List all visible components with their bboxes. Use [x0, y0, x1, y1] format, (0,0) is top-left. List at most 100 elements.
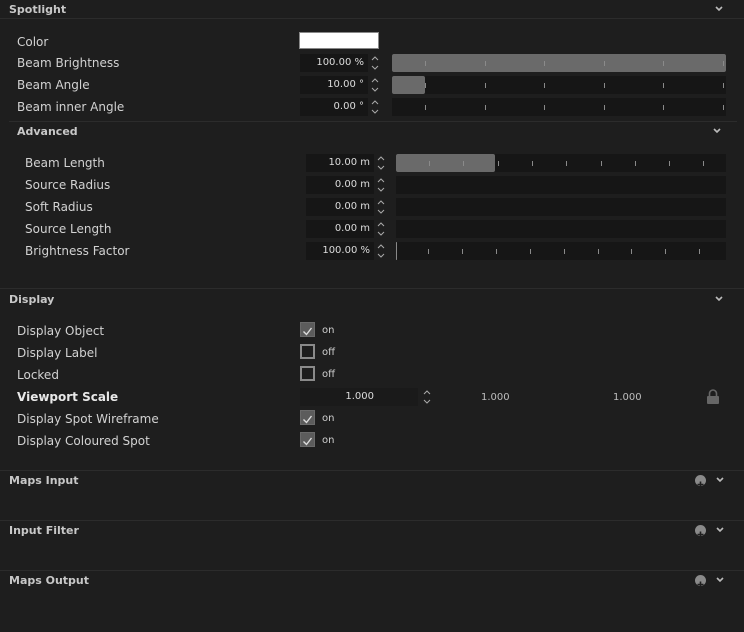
value-field[interactable]: 0.00 m	[306, 220, 374, 238]
color-label: Color	[17, 35, 49, 49]
chevron-down-icon[interactable]	[716, 477, 724, 485]
value-spinner[interactable]	[377, 154, 385, 172]
value-spinner[interactable]	[371, 98, 379, 116]
checkbox[interactable]	[300, 432, 315, 447]
value-slider[interactable]	[396, 220, 726, 238]
slider-tick	[544, 105, 545, 110]
slider-tick	[566, 161, 567, 166]
slider-tick	[429, 161, 430, 166]
chevron-down-icon[interactable]	[715, 6, 723, 14]
collapsed-section-title[interactable]: Maps Output	[9, 574, 89, 587]
viewport-scale-x-field[interactable]: 1.000	[300, 388, 418, 406]
viewport-scale-y-field[interactable]: 1.000	[481, 392, 510, 403]
collapsed-section-title[interactable]: Input Filter	[9, 524, 79, 537]
property-label: Source Radius	[25, 178, 111, 192]
property-label: Source Length	[25, 222, 112, 236]
viewport-scale-spinner[interactable]	[423, 388, 431, 406]
add-icon[interactable]	[695, 525, 706, 538]
value-spinner[interactable]	[377, 220, 385, 238]
slider-tick	[496, 249, 497, 254]
value-slider[interactable]	[396, 198, 726, 216]
value-field[interactable]: 100.00 %	[300, 54, 368, 72]
value-field[interactable]: 0.00 m	[306, 198, 374, 216]
value-slider[interactable]	[392, 54, 726, 72]
slider-tick	[665, 249, 666, 254]
value-slider[interactable]	[396, 176, 726, 194]
checkbox[interactable]	[300, 344, 315, 359]
value-field[interactable]: 10.00 m	[306, 154, 374, 172]
lock-icon[interactable]	[706, 389, 720, 405]
slider-tick	[498, 161, 499, 166]
slider-tick	[462, 249, 463, 254]
value-slider[interactable]	[396, 242, 726, 260]
value-spinner[interactable]	[377, 176, 385, 194]
property-label: Beam inner Angle	[17, 100, 125, 114]
slider-tick	[485, 61, 486, 66]
value-slider[interactable]	[392, 98, 726, 116]
property-label: Display Spot Wireframe	[17, 412, 159, 426]
checkbox[interactable]	[300, 322, 315, 337]
property-label: Beam Angle	[17, 78, 90, 92]
slider-tick	[663, 105, 664, 110]
slider-tick	[703, 161, 704, 166]
checkbox-state-label: off	[322, 347, 336, 358]
property-label: Display Label	[17, 346, 98, 360]
slider-tick	[669, 161, 670, 166]
slider-tick	[544, 61, 545, 66]
slider-tick	[425, 105, 426, 110]
property-label: Display Object	[17, 324, 105, 338]
value-spinner[interactable]	[371, 76, 379, 94]
color-swatch[interactable]	[299, 32, 379, 49]
slider-tick	[631, 249, 632, 254]
slider-tick	[485, 105, 486, 110]
chevron-down-icon[interactable]	[713, 128, 721, 136]
slider-fill	[396, 242, 397, 260]
value-slider[interactable]	[392, 76, 726, 94]
collapsed-section-title[interactable]: Maps Input	[9, 474, 79, 487]
property-label: Soft Radius	[25, 200, 93, 214]
value-field[interactable]: 0.00 °	[300, 98, 368, 116]
property-label: Beam Length	[25, 156, 105, 170]
chevron-down-icon[interactable]	[716, 527, 724, 535]
value-field[interactable]: 0.00 m	[306, 176, 374, 194]
checkbox[interactable]	[300, 410, 315, 425]
display-section-title[interactable]: Display	[9, 293, 54, 306]
value-field[interactable]: 10.00 °	[300, 76, 368, 94]
slider-tick	[663, 83, 664, 88]
property-label: Display Coloured Spot	[17, 434, 150, 448]
slider-tick	[604, 105, 605, 110]
value-spinner[interactable]	[371, 54, 379, 72]
property-label: Beam Brightness	[17, 56, 120, 70]
slider-fill	[392, 54, 726, 72]
slider-tick	[663, 61, 664, 66]
checkbox-state-label: on	[322, 325, 335, 336]
slider-tick	[635, 161, 636, 166]
slider-tick	[699, 249, 700, 254]
value-spinner[interactable]	[377, 198, 385, 216]
add-icon[interactable]	[695, 475, 706, 488]
slider-tick	[544, 83, 545, 88]
slider-tick	[723, 105, 724, 110]
slider-tick	[532, 161, 533, 166]
slider-tick	[598, 249, 599, 254]
checkbox[interactable]	[300, 366, 315, 381]
value-spinner[interactable]	[377, 242, 385, 260]
slider-tick	[425, 83, 426, 88]
spotlight-section-title[interactable]: Spotlight	[9, 3, 66, 16]
slider-tick	[428, 249, 429, 254]
viewport-scale-label: Viewport Scale	[17, 390, 119, 404]
property-label: Brightness Factor	[25, 244, 130, 258]
slider-tick	[601, 161, 602, 166]
value-slider[interactable]	[396, 154, 726, 172]
chevron-down-icon[interactable]	[716, 577, 724, 585]
property-label: Locked	[17, 368, 59, 382]
chevron-down-icon[interactable]	[715, 296, 723, 304]
add-icon[interactable]	[695, 575, 706, 588]
slider-tick	[530, 249, 531, 254]
slider-fill	[396, 154, 495, 172]
advanced-section-title[interactable]: Advanced	[17, 125, 78, 138]
viewport-scale-z-field[interactable]: 1.000	[613, 392, 642, 403]
slider-tick	[425, 61, 426, 66]
slider-tick	[564, 249, 565, 254]
value-field[interactable]: 100.00 %	[306, 242, 374, 260]
